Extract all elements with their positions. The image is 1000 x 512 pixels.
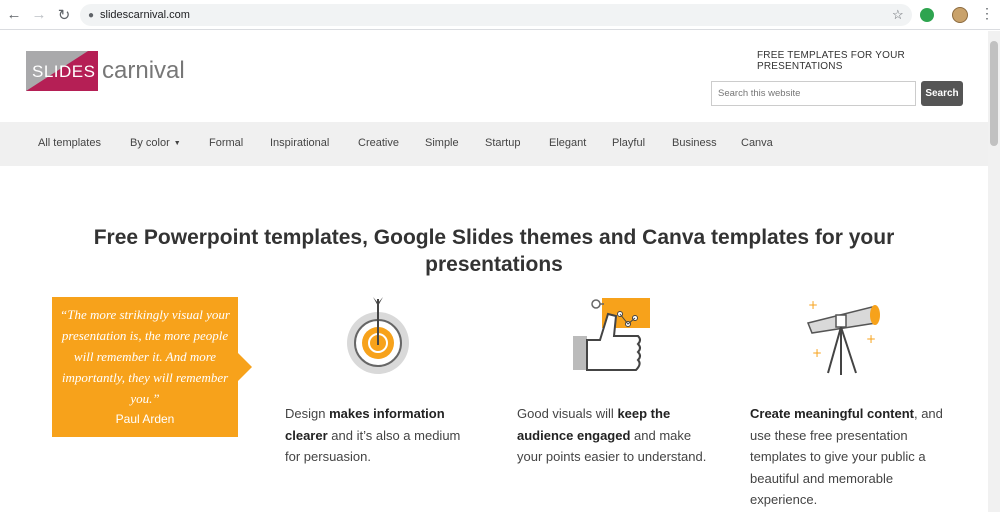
nav-inspirational[interactable]: Inspirational — [270, 137, 329, 149]
profile-avatar[interactable] — [952, 7, 968, 23]
logo-carnival-text: carnival — [102, 57, 185, 84]
scrollbar-thumb[interactable] — [990, 41, 998, 146]
nav-business[interactable]: Business — [672, 137, 717, 149]
search-button[interactable]: Search — [921, 81, 963, 106]
nav-elegant[interactable]: Elegant — [549, 137, 586, 149]
quote-box: “The more strikingly visual your present… — [52, 297, 238, 437]
reload-icon: ↻ — [57, 6, 71, 24]
arrow-left-icon: ← — [6, 6, 22, 23]
thumbs-up-icon — [573, 298, 650, 371]
nav-simple[interactable]: Simple — [425, 137, 459, 149]
web-page: SLIDES carnival FREE TEMPLATES FOR YOUR … — [0, 31, 988, 512]
nav-by-color[interactable]: By color ▼ — [130, 137, 181, 149]
url-text: slidescarnival.com — [100, 9, 190, 21]
caret-down-icon: ▼ — [173, 139, 181, 147]
main-nav: All templates By color ▼ Formal Inspirati… — [0, 122, 988, 166]
address-bar[interactable]: ● slidescarnival.com — [80, 4, 912, 26]
site-logo[interactable]: SLIDES carnival — [26, 51, 185, 91]
arrow-right-icon: → — [31, 6, 47, 23]
lock-icon: ● — [88, 9, 95, 21]
reload-button[interactable]: ↻ — [53, 4, 75, 26]
feature-content: Create meaningful content, and use these… — [750, 403, 950, 511]
star-icon[interactable]: ☆ — [892, 7, 904, 23]
logo-mark: SLIDES — [26, 51, 98, 91]
more-vert-icon[interactable]: ⋮ — [980, 5, 994, 22]
nav-formal[interactable]: Formal — [209, 137, 243, 149]
nav-all-templates[interactable]: All templates — [38, 137, 101, 149]
page-headline: Free Powerpoint templates, Google Slides… — [93, 226, 895, 276]
quote-pointer — [238, 353, 252, 381]
nav-creative[interactable]: Creative — [358, 137, 399, 149]
telescope-icon: + + + — [806, 298, 880, 375]
feature-content-bold: Create meaningful content — [750, 406, 914, 421]
feature-visuals-pre: Good visuals will — [517, 406, 618, 421]
search-input[interactable] — [711, 81, 916, 106]
site-tagline: FREE TEMPLATES FOR YOUR PRESENTATIONS — [757, 50, 905, 72]
svg-text:+: + — [866, 332, 876, 346]
target-icon — [347, 297, 409, 374]
svg-text:+: + — [812, 346, 822, 360]
logo-slides-text: SLIDES — [32, 62, 96, 81]
back-button[interactable]: ← — [3, 4, 25, 26]
nav-by-color-label: By color — [130, 137, 170, 149]
browser-toolbar: ← → ↻ ● slidescarnival.com ☆ ⋮ — [0, 0, 1000, 30]
svg-text:+: + — [808, 298, 818, 312]
feature-content-post: , and use these free presentation templa… — [750, 406, 943, 507]
feature-visuals: Good visuals will keep the audience enga… — [517, 403, 707, 468]
quote-text: “The more strikingly visual your present… — [60, 307, 230, 406]
nav-canva[interactable]: Canva — [741, 137, 773, 149]
feature-design: Design makes information clearer and it’… — [285, 403, 475, 468]
extension-icon[interactable] — [920, 8, 934, 22]
feature-design-pre: Design — [285, 406, 330, 421]
quote-author: Paul Arden — [115, 412, 175, 426]
nav-startup[interactable]: Startup — [485, 137, 520, 149]
nav-playful[interactable]: Playful — [612, 137, 645, 149]
forward-button[interactable]: → — [28, 4, 50, 26]
page-scrollbar[interactable] — [988, 31, 1000, 512]
